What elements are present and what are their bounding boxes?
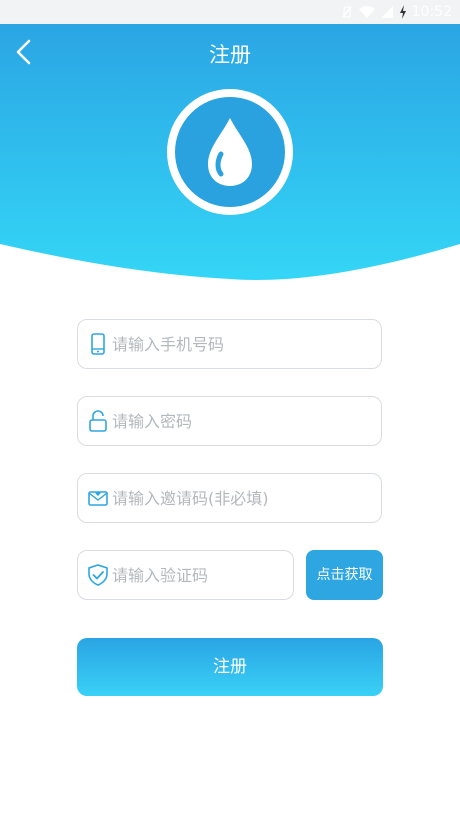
verification-code-input[interactable] (112, 551, 282, 599)
get-code-button[interactable]: 点击获取 (306, 550, 383, 600)
page-title: 注册 (209, 43, 251, 67)
status-bar: 10:52 (0, 0, 460, 24)
app-logo (167, 89, 293, 215)
password-field[interactable] (77, 396, 382, 446)
lock-icon (89, 410, 107, 432)
status-icons: 10:52 (340, 3, 452, 21)
verification-code-field[interactable] (77, 550, 294, 600)
no-sim-icon (342, 6, 352, 18)
shield-check-icon (88, 564, 108, 586)
envelope-icon (88, 491, 108, 506)
register-button[interactable]: 注册 (77, 638, 383, 696)
signal-icon (380, 6, 393, 18)
wifi-icon (358, 6, 375, 18)
phone-input[interactable] (112, 320, 362, 368)
password-input[interactable] (112, 397, 362, 445)
invite-code-field[interactable] (77, 473, 382, 523)
phone-icon (91, 333, 105, 355)
status-time: 10:52 (411, 4, 452, 20)
battery-charging-icon (399, 5, 406, 19)
invite-code-input[interactable] (112, 474, 362, 522)
phone-field[interactable] (77, 319, 382, 369)
